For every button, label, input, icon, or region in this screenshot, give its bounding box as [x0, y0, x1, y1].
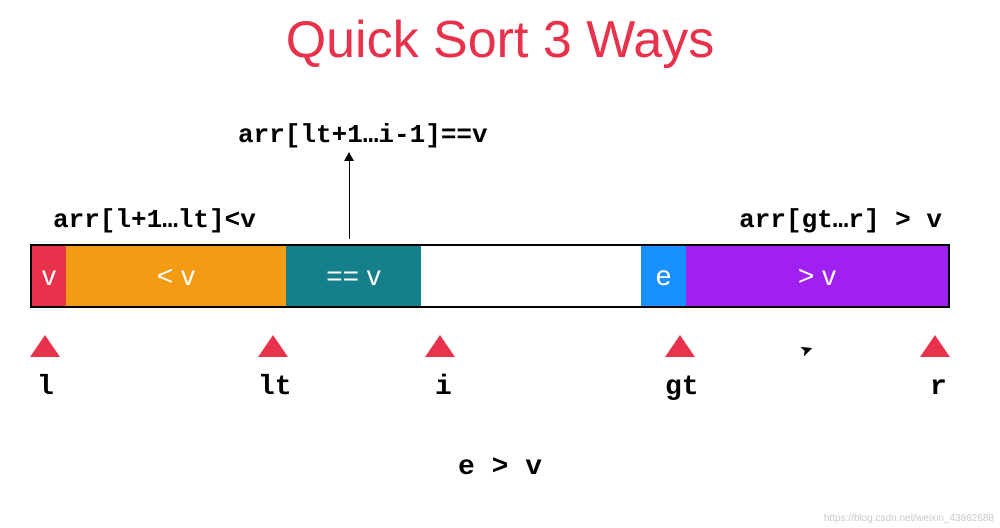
pointer-r-icon: [920, 335, 950, 357]
condition-text: e > v: [0, 452, 1000, 483]
segment-unseen: [421, 246, 641, 306]
label-greater-range: arr[gt…r] > v: [739, 205, 942, 235]
segment-equal: == v: [286, 246, 421, 306]
array-bar: v < v == v e > v: [30, 244, 950, 308]
pointer-lt-icon: [258, 335, 288, 357]
label-less-range: arr[l+1…lt]<v: [53, 205, 256, 235]
pointer-l-icon: [30, 335, 60, 357]
label-equal-range: arr[lt+1…i-1]==v: [238, 120, 488, 150]
pointer-gt-label: gt: [665, 372, 699, 403]
pointer-l-label: l: [37, 372, 54, 403]
page-title: Quick Sort 3 Ways: [0, 10, 1000, 70]
pointer-gt-icon: [665, 335, 695, 357]
pointer-i-label: i: [435, 372, 452, 403]
mouse-cursor-icon: ➤: [797, 338, 816, 361]
equal-range-arrow-head: [344, 152, 354, 161]
watermark-text: https://blog.csdn.net/weixin_43862688: [824, 513, 994, 524]
pointer-i-icon: [425, 335, 455, 357]
pointer-r-label: r: [930, 372, 947, 403]
pointer-lt-label: lt: [258, 372, 292, 403]
segment-less: < v: [66, 246, 286, 306]
segment-current: e: [641, 246, 686, 306]
segment-greater: > v: [686, 246, 948, 306]
equal-range-arrow-line: [349, 153, 350, 239]
segment-pivot: v: [32, 246, 66, 306]
